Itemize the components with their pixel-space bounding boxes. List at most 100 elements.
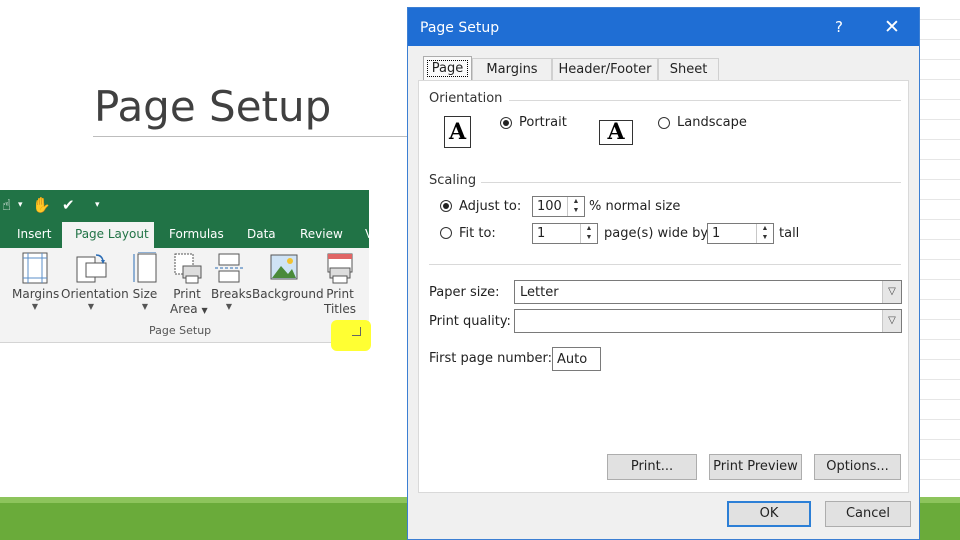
adjust-to-radio[interactable] <box>440 200 452 212</box>
spinner-arrows[interactable]: ▲ ▼ <box>756 224 773 243</box>
check-icon[interactable]: ✔ <box>62 196 75 214</box>
dialog-launcher-icon[interactable] <box>352 327 361 336</box>
print-area-label-line2: Area <box>170 302 198 316</box>
first-page-number-label: First page number: <box>429 351 552 366</box>
fit-wide-value: 1 <box>537 226 546 241</box>
caret-down-icon: ▼ <box>225 302 233 311</box>
tab-sheet[interactable]: Sheet <box>658 58 719 80</box>
tab-view[interactable]: V <box>365 227 373 241</box>
fit-wide-suffix: page(s) wide by <box>604 226 709 241</box>
portrait-label[interactable]: Portrait <box>519 115 567 130</box>
print-area-label-line1: Print <box>173 287 201 301</box>
caret-down-icon: ▼ <box>31 302 39 311</box>
tab-page-layout-label: Page Layout <box>75 227 149 241</box>
customize-qat-icon[interactable]: ▾ <box>95 200 100 210</box>
portrait-page-icon: A <box>444 116 471 148</box>
tab-review[interactable]: Review <box>300 227 343 241</box>
print-quality-select[interactable]: ▽ <box>514 309 902 333</box>
orientation-icon <box>76 254 107 283</box>
page-setup-dialog: Page Setup ? ✕ Orientation A Portrait A … <box>407 7 920 540</box>
margins-button[interactable]: Margins ▼ <box>12 252 59 312</box>
print-quality-label: Print quality: <box>429 314 511 329</box>
title-underline <box>93 136 410 137</box>
chevron-down-icon[interactable]: ▽ <box>882 310 901 332</box>
print-titles-label-line2: Titles <box>324 302 356 316</box>
slide-title: Page Setup <box>94 82 332 131</box>
chevron-down-icon[interactable]: ▾ <box>18 200 23 210</box>
caret-down-icon: ▼ <box>141 302 149 311</box>
tab-page-label: Page <box>426 60 469 77</box>
adjust-to-suffix: % normal size <box>589 199 681 214</box>
breaks-label: Breaks <box>211 287 252 301</box>
breaks-button[interactable]: Breaks ▼ <box>211 252 252 312</box>
tab-page[interactable]: Page <box>423 56 472 80</box>
first-page-number-field[interactable]: Auto <box>552 347 601 371</box>
orientation-label: Orientation <box>61 287 129 301</box>
orientation-button[interactable]: Orientation ▼ <box>61 252 129 312</box>
fit-tall-spinner[interactable]: 1 ▲ ▼ <box>707 223 774 244</box>
caret-down-icon: ▼ <box>87 302 95 311</box>
ok-button[interactable]: OK <box>727 501 811 527</box>
excel-ribbon: ☝ ▾ ✋ ✔ ▾ Insert Page Layout Formulas Da… <box>0 190 373 343</box>
first-page-number-value: Auto <box>557 352 588 367</box>
spin-down-icon[interactable]: ▼ <box>581 233 597 242</box>
help-icon[interactable]: ? <box>835 18 843 36</box>
quick-access-toolbar: ☝ ▾ ✋ ✔ ▾ <box>0 190 369 222</box>
spin-down-icon[interactable]: ▼ <box>568 206 584 215</box>
fit-to-radio[interactable] <box>440 227 452 239</box>
spinner-arrows[interactable]: ▲ ▼ <box>567 197 584 216</box>
tab-insert[interactable]: Insert <box>17 227 51 241</box>
background-label: Background <box>252 287 324 301</box>
fit-wide-spinner[interactable]: 1 ▲ ▼ <box>532 223 598 244</box>
orientation-heading: Orientation <box>429 91 503 106</box>
touch-icon[interactable]: ✋ <box>32 196 51 214</box>
print-area-button[interactable]: Print Area ▼ <box>170 252 208 318</box>
page-tab-panel: Orientation A Portrait A Landscape Scali… <box>418 80 909 493</box>
close-icon[interactable]: ✕ <box>884 16 900 38</box>
tab-margins[interactable]: Margins <box>472 58 552 80</box>
size-label: Size <box>132 287 158 301</box>
tab-header-footer[interactable]: Header/Footer <box>552 58 658 80</box>
scaling-heading: Scaling <box>429 173 477 188</box>
print-preview-button[interactable]: Print Preview <box>709 454 802 480</box>
print-titles-button[interactable]: Print Titles <box>323 252 357 317</box>
adjust-to-value: 100 <box>537 199 562 214</box>
paper-size-label: Paper size: <box>429 285 500 300</box>
landscape-radio[interactable] <box>658 117 670 129</box>
dialog-titlebar: Page Setup ? ✕ <box>408 8 919 46</box>
chevron-down-icon[interactable]: ▽ <box>882 281 901 303</box>
background-button[interactable]: Background <box>252 252 324 302</box>
tab-page-layout[interactable]: Page Layout <box>62 222 154 248</box>
landscape-page-icon: A <box>599 120 633 145</box>
touch-mode-icon[interactable]: ☝ <box>2 196 11 214</box>
spin-up-icon[interactable]: ▲ <box>568 197 584 206</box>
size-icon <box>133 252 157 283</box>
margins-icon <box>22 252 48 284</box>
spreadsheet-grid-background <box>920 0 960 497</box>
spin-up-icon[interactable]: ▲ <box>581 224 597 233</box>
divider <box>429 264 901 265</box>
size-button[interactable]: Size ▼ <box>131 252 159 312</box>
spinner-arrows[interactable]: ▲ ▼ <box>580 224 597 243</box>
options-button[interactable]: Options... <box>814 454 901 480</box>
print-area-icon <box>174 253 202 284</box>
breaks-icon <box>215 253 243 283</box>
group-label-page-setup: Page Setup <box>149 324 212 337</box>
print-titles-label-line1: Print <box>326 287 354 301</box>
adjust-to-spinner[interactable]: 100 ▲ ▼ <box>532 196 585 217</box>
ribbon-tabs: Insert Page Layout Formulas Data Review … <box>0 222 373 248</box>
adjust-to-label[interactable]: Adjust to: <box>459 199 521 214</box>
background-icon <box>270 254 298 280</box>
landscape-label[interactable]: Landscape <box>677 115 747 130</box>
tab-data[interactable]: Data <box>247 227 276 241</box>
divider <box>481 182 901 183</box>
print-button[interactable]: Print... <box>607 454 697 480</box>
print-titles-icon <box>327 253 353 284</box>
spin-up-icon[interactable]: ▲ <box>757 224 773 233</box>
fit-to-label[interactable]: Fit to: <box>459 226 496 241</box>
portrait-radio[interactable] <box>500 117 512 129</box>
paper-size-select[interactable]: Letter ▽ <box>514 280 902 304</box>
tab-formulas[interactable]: Formulas <box>169 227 224 241</box>
spin-down-icon[interactable]: ▼ <box>757 233 773 242</box>
cancel-button[interactable]: Cancel <box>825 501 911 527</box>
